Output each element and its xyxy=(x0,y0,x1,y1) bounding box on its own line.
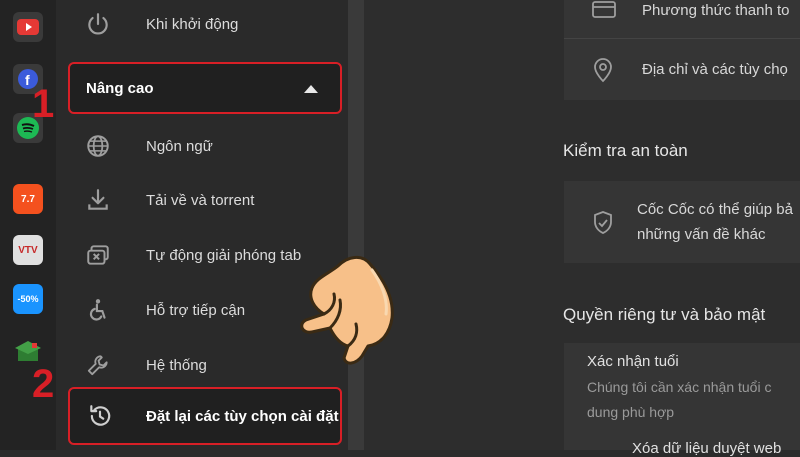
settings-main-panel: Phương thức thanh to Địa chỉ và các tùy … xyxy=(364,0,800,457)
sidebar-item-advanced[interactable]: Nâng cao xyxy=(68,62,342,114)
shield-check-icon xyxy=(592,210,614,241)
privacy-security-title: Quyền riêng tư và bảo mật xyxy=(563,305,766,324)
sidebar-item-label: Tự động giải phóng tab xyxy=(146,246,302,264)
safety-check-desc-line1: Cốc Cốc có thể giúp bả xyxy=(637,201,793,218)
location-pin-icon xyxy=(592,57,614,88)
sidebar-item-label: Tải về và torrent xyxy=(146,191,255,209)
shopee-icon[interactable]: 7.7 xyxy=(13,184,43,214)
sidebar-item-label: Hỗ trợ tiếp cận xyxy=(146,301,246,319)
accessibility-icon xyxy=(84,296,112,324)
sidebar-item-label: Ngôn ngữ xyxy=(146,137,213,155)
download-icon xyxy=(84,186,112,214)
age-verification-desc-line2: dung phù hợp xyxy=(587,404,675,420)
sidebar-item-label: Đặt lại các tùy chọn cài đặt xyxy=(146,407,339,425)
sidebar-scrollbar[interactable] xyxy=(348,0,364,450)
sidebar-item-reset-settings[interactable]: Đặt lại các tùy chọn cài đặt xyxy=(68,387,342,445)
globe-icon xyxy=(84,132,112,160)
caret-up-icon xyxy=(304,85,318,93)
sidebar-item-label: Khi khởi động xyxy=(146,15,239,33)
tab-discard-icon xyxy=(84,241,112,269)
power-icon xyxy=(84,10,112,38)
sidebar-item-languages[interactable]: Ngôn ngữ xyxy=(74,124,342,168)
step-number-2: 2 xyxy=(32,362,55,406)
tiki-icon[interactable]: -50% xyxy=(13,284,43,314)
addresses-link[interactable]: Địa chỉ và các tùy chọ xyxy=(642,61,788,78)
restore-icon xyxy=(86,402,114,430)
sidebar-item-label: Hệ thống xyxy=(146,356,207,374)
age-verification-title[interactable]: Xác nhận tuổi xyxy=(587,353,679,370)
settings-sidebar: Khi khởi động Nâng cao Ngôn ngữ Tải về v… xyxy=(56,0,348,450)
youtube-icon[interactable] xyxy=(13,12,43,42)
sidebar-item-downloads[interactable]: Tải về và torrent xyxy=(74,178,342,222)
safety-check-desc-line2: những vấn đề khác xyxy=(637,226,766,243)
credit-card-icon xyxy=(592,0,616,25)
age-verification-desc-line1: Chúng tôi cần xác nhận tuổi c xyxy=(587,379,772,395)
wrench-icon xyxy=(84,351,112,379)
divider xyxy=(564,38,800,39)
payment-methods-link[interactable]: Phương thức thanh to xyxy=(642,2,790,19)
step-number-1: 1 xyxy=(32,82,55,126)
clear-browsing-data-link[interactable]: Xóa dữ liệu duyệt web xyxy=(632,440,781,457)
safety-check-title: Kiểm tra an toàn xyxy=(563,141,688,160)
vtv-icon[interactable]: VTV xyxy=(13,235,43,265)
pointing-hand-icon xyxy=(290,248,410,378)
svg-text:f: f xyxy=(25,72,30,88)
sidebar-item-on-startup[interactable]: Khi khởi động xyxy=(74,2,342,46)
sidebar-item-label: Nâng cao xyxy=(86,79,154,97)
